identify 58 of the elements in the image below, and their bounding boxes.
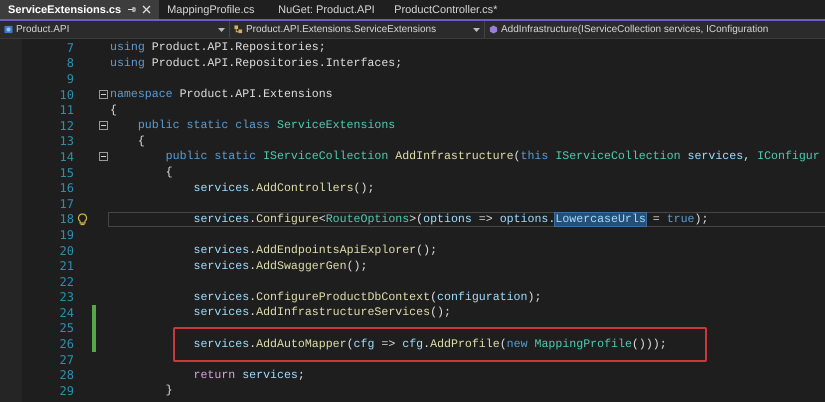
line-number: 8 [66,56,74,70]
lightbulb-icon[interactable] [76,212,88,226]
line-number: 26 [58,337,74,352]
code-line: } [164,384,173,398]
code-line: services.AddInfrastructureServices(); [192,306,451,320]
method-icon [489,25,498,34]
line-number: 16 [58,181,74,196]
close-icon[interactable] [142,5,152,14]
line-number: 15 [58,166,74,180]
line-number: 22 [58,274,74,289]
code-line: services.AddSwaggerGen(); [192,260,368,273]
code-line: services.AddAutoMapper(cfg => cfg.AddProfile(new MappingProfile())); [110,338,667,351]
file-tab[interactable]: MappingProfile.cs [159,0,270,19]
line-number: 29 [58,384,74,398]
project-icon [4,25,13,34]
line-number: 11 [58,103,74,118]
line-number: 10 [58,88,74,102]
code-line: public static IServiceCollection AddInfrastructure(this IServiceCollection services, IConfigur [164,150,820,164]
line-number: 24 [58,306,74,320]
navigation-dropdown[interactable]: Product.API.Extensions.ServiceExtensions [230,21,485,38]
line-number: 18 [58,212,74,226]
line-number: 21 [58,259,74,274]
navigation-dropdown[interactable]: AddInfrastructure(IServiceCollection services, IConfiguration [485,21,825,38]
class-icon [234,25,243,34]
line-number: 14 [58,150,74,164]
line-number: 19 [58,228,74,242]
line-number: 25 [58,321,74,336]
collapse-icon[interactable] [98,152,108,162]
code-line: namespace Product.API.Extensions [110,88,333,102]
caret-icon[interactable] [218,28,225,32]
code-line: using Product.API.Repositories.Interfaces; [110,56,402,70]
code-line: public static class ServiceExtensions [136,119,396,132]
code-line: { [136,134,145,148]
line-number: 7 [66,40,74,55]
file-tab[interactable]: ProductController.cs* [386,0,506,19]
line-number: 17 [58,196,74,211]
code-line: { [110,104,117,117]
line-number: 27 [58,352,74,367]
line-number: 23 [58,290,74,304]
line-number: 13 [58,134,74,148]
code-line: services.AddControllers(); [192,182,374,195]
line-number: 9 [66,72,74,86]
code-line: services.Configure<RouteOptions>(options => options.LowercaseUrls = true); [192,212,708,226]
collapse-icon[interactable] [98,90,108,100]
caret-icon[interactable] [473,28,480,32]
code-line: services.ConfigureProductDbContext(configuration); [192,290,542,304]
code-line: services.AddEndpointsApiExplorer(); [192,244,438,258]
pin-icon[interactable] [127,5,136,14]
code-line: { [164,166,173,180]
line-number: 12 [58,118,74,133]
line-number: 28 [58,368,74,382]
collapse-icon[interactable] [98,121,108,130]
navigation-dropdown[interactable]: Product.API [0,21,230,38]
code-line: using Product.API.Repositories; [110,41,326,54]
code-line: return services; [192,368,305,382]
line-number: 20 [58,244,74,258]
file-tab[interactable]: NuGet: Product.API [270,0,386,19]
file-tab[interactable]: ServiceExtensions.cs [0,0,160,19]
